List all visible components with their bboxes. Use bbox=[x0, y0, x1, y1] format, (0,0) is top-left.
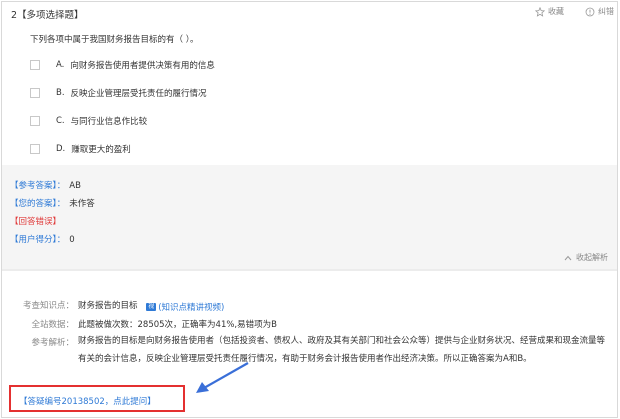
collapse-analysis-button[interactable]: 收起解析 bbox=[564, 252, 608, 263]
option-c-checkbox[interactable] bbox=[30, 116, 40, 126]
your-answer: 【您的答案】： 未作答 bbox=[10, 197, 95, 209]
option-a-letter: A. bbox=[56, 60, 65, 70]
answer-result: 【回答错误】 bbox=[10, 215, 61, 227]
site-stats-label: 全站数据： bbox=[31, 320, 74, 330]
video-icon: 视 bbox=[146, 303, 157, 311]
your-answer-value: 未作答 bbox=[69, 199, 95, 209]
question-stem: 下列各项中属于我国财务报告目标的有（ ）。 bbox=[30, 35, 199, 45]
question-header: 2【多项选择题】 收藏 纠错 bbox=[2, 2, 617, 22]
chevron-up-icon bbox=[564, 255, 572, 260]
question-title: 2【多项选择题】 bbox=[11, 10, 84, 21]
knowledge-video-link[interactable]: 视 (知识点精讲视频) bbox=[146, 301, 224, 313]
star-icon bbox=[535, 6, 545, 17]
option-d-checkbox[interactable] bbox=[30, 144, 40, 154]
user-score-label: 【用户得分】： bbox=[10, 235, 66, 245]
reference-analysis-label: 参考解析： bbox=[31, 338, 74, 348]
section-divider bbox=[2, 269, 617, 271]
knowledge-point-value: 财务报告的目标 bbox=[78, 301, 138, 311]
report-icon bbox=[585, 7, 595, 16]
option-d-letter: D. bbox=[56, 144, 66, 154]
your-answer-label: 【您的答案】： bbox=[10, 199, 66, 209]
collapse-analysis-label: 收起解析 bbox=[576, 253, 608, 262]
option-a[interactable]: A. 向财务报告使用者提供决策有用的信息 bbox=[30, 59, 215, 71]
ask-question-highlight: 【答疑编号20138502，点此提问】 bbox=[9, 385, 185, 412]
option-d[interactable]: D. 赚取更大的盈利 bbox=[30, 143, 131, 155]
option-c[interactable]: C. 与同行业信息作比较 bbox=[30, 115, 147, 127]
answer-panel: 【参考答案】： AB 【您的答案】： 未作答 【回答错误】 【用户得分】： 0 收起解… bbox=[2, 165, 617, 269]
report-error-button[interactable]: 纠错 bbox=[585, 6, 614, 17]
favorite-button[interactable]: 收藏 bbox=[535, 6, 564, 17]
option-d-text: 赚取更大的盈利 bbox=[71, 145, 131, 155]
option-b[interactable]: B. 反映企业管理层受托责任的履行情况 bbox=[30, 87, 207, 99]
reference-answer: 【参考答案】： AB bbox=[10, 179, 81, 191]
reference-analysis-text: 财务报告的目标是向财务报告使用者（包括投资者、债权人、政府及其有关部门和社会公众… bbox=[78, 336, 606, 364]
user-score-value: 0 bbox=[69, 235, 75, 245]
option-a-text: 向财务报告使用者提供决策有用的信息 bbox=[70, 61, 215, 71]
option-a-checkbox[interactable] bbox=[30, 60, 40, 70]
knowledge-point: 考查知识点： 财务报告的目标 视 (知识点精讲视频) bbox=[2, 299, 617, 313]
option-c-text: 与同行业信息作比较 bbox=[70, 117, 148, 127]
site-stats: 全站数据： 此题被做次数：28505次，正确率为41%,易错项为B bbox=[2, 318, 617, 332]
reference-answer-value: AB bbox=[69, 181, 81, 191]
ask-question-link[interactable]: 【答疑编号20138502，点此提问】 bbox=[19, 395, 156, 407]
reference-answer-label: 【参考答案】： bbox=[10, 181, 66, 191]
option-b-checkbox[interactable] bbox=[30, 88, 40, 98]
favorite-label: 收藏 bbox=[548, 7, 564, 16]
report-error-label: 纠错 bbox=[598, 7, 614, 16]
question-card: 2【多项选择题】 收藏 纠错 下列各项中属于我国财务报告目标的有（ ）。 A. … bbox=[1, 1, 618, 418]
knowledge-point-label: 考查知识点： bbox=[22, 301, 74, 311]
site-stats-value: 此题被做次数：28505次，正确率为41%,易错项为B bbox=[78, 320, 277, 330]
user-score: 【用户得分】： 0 bbox=[10, 233, 75, 245]
option-b-letter: B. bbox=[56, 88, 65, 98]
knowledge-point-value-wrap: 财务报告的目标 视 (知识点精讲视频) bbox=[78, 299, 224, 313]
option-b-text: 反映企业管理层受托责任的履行情况 bbox=[70, 89, 207, 99]
answer-wrong-label: 【回答错误】 bbox=[10, 217, 62, 227]
annotation-arrow bbox=[196, 362, 249, 393]
option-c-letter: C. bbox=[56, 116, 65, 126]
knowledge-video-label: (知识点精讲视频) bbox=[158, 303, 225, 313]
